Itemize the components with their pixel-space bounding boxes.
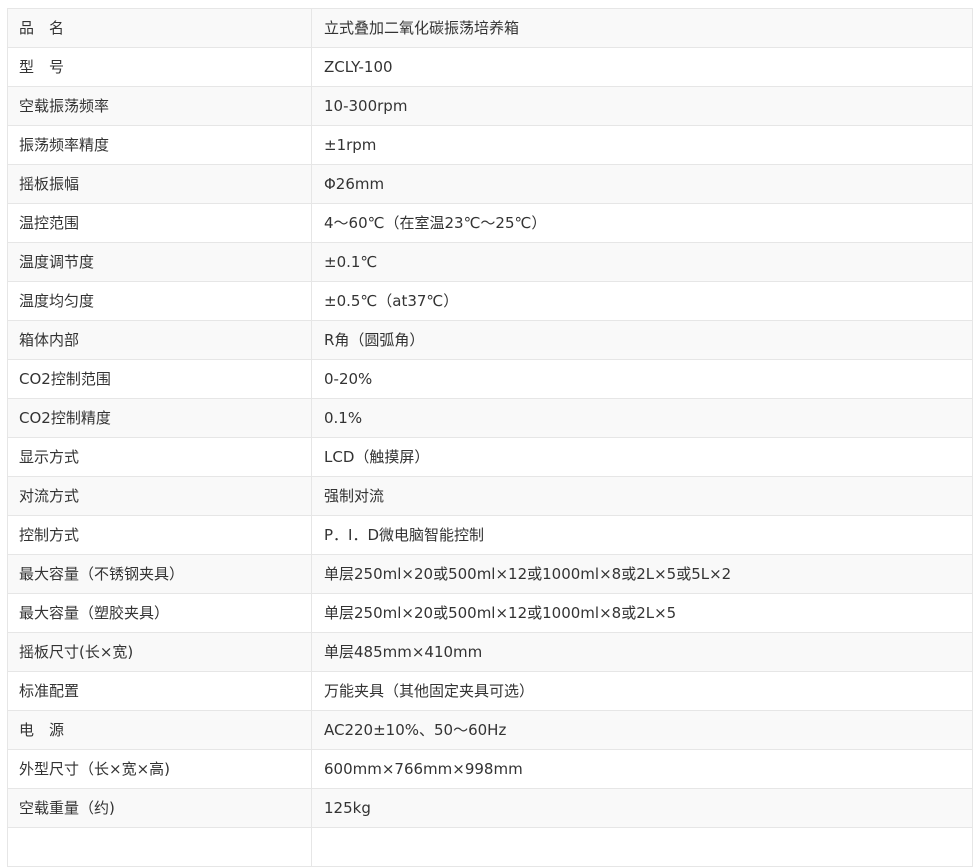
- spec-table-body: 品 名 立式叠加二氧化碳振荡培养箱 型 号 ZCLY-100 空载振荡频率 10…: [7, 8, 973, 867]
- spec-value: 0-20%: [311, 359, 973, 399]
- spec-value: 4～60℃（在室温23℃～25℃）: [311, 203, 973, 243]
- table-row: 外型尺寸（长×宽×高) 600mm×766mm×998mm: [7, 749, 973, 789]
- spec-key: 温度调节度: [7, 242, 312, 282]
- spec-value: [311, 827, 973, 867]
- spec-key: CO2控制范围: [7, 359, 312, 399]
- spec-key: 摇板尺寸(长×宽): [7, 632, 312, 672]
- table-row: 温控范围 4～60℃（在室温23℃～25℃）: [7, 203, 973, 243]
- table-row: 摇板尺寸(长×宽) 单层485mm×410mm: [7, 632, 973, 672]
- spec-key: 温控范围: [7, 203, 312, 243]
- spec-key: 空载振荡频率: [7, 86, 312, 126]
- spec-value: 125kg: [311, 788, 973, 828]
- spec-value: ±1rpm: [311, 125, 973, 165]
- spec-key: 型 号: [7, 47, 312, 87]
- spec-value: 强制对流: [311, 476, 973, 516]
- spec-value: 600mm×766mm×998mm: [311, 749, 973, 789]
- table-row: 标准配置 万能夹具（其他固定夹具可选）: [7, 671, 973, 711]
- spec-key: 最大容量（塑胶夹具）: [7, 593, 312, 633]
- table-row: 最大容量（塑胶夹具） 单层250ml×20或500ml×12或1000ml×8或…: [7, 593, 973, 633]
- table-row: CO2控制精度 0.1%: [7, 398, 973, 438]
- table-row: 控制方式 P．I．D微电脑智能控制: [7, 515, 973, 555]
- spec-value: 0.1%: [311, 398, 973, 438]
- spec-value: 立式叠加二氧化碳振荡培养箱: [311, 8, 973, 48]
- table-row: 最大容量（不锈钢夹具） 单层250ml×20或500ml×12或1000ml×8…: [7, 554, 973, 594]
- spec-key: 空载重量（约): [7, 788, 312, 828]
- table-row: 温度调节度 ±0.1℃: [7, 242, 973, 282]
- table-row: 对流方式 强制对流: [7, 476, 973, 516]
- spec-key: CO2控制精度: [7, 398, 312, 438]
- table-row: 电 源 AC220±10%、50～60Hz: [7, 710, 973, 750]
- spec-key: 温度均匀度: [7, 281, 312, 321]
- spec-value: LCD（触摸屏）: [311, 437, 973, 477]
- table-row: 振荡频率精度 ±1rpm: [7, 125, 973, 165]
- spec-value: P．I．D微电脑智能控制: [311, 515, 973, 555]
- table-row: 温度均匀度 ±0.5℃（at37℃）: [7, 281, 973, 321]
- spec-value: 单层485mm×410mm: [311, 632, 973, 672]
- table-row: 空载振荡频率 10-300rpm: [7, 86, 973, 126]
- spec-key: 振荡频率精度: [7, 125, 312, 165]
- spec-key: 摇板振幅: [7, 164, 312, 204]
- spec-key: [7, 827, 312, 867]
- spec-key: 最大容量（不锈钢夹具）: [7, 554, 312, 594]
- table-row: CO2控制范围 0-20%: [7, 359, 973, 399]
- spec-value: 单层250ml×20或500ml×12或1000ml×8或2L×5: [311, 593, 973, 633]
- table-row: 显示方式 LCD（触摸屏）: [7, 437, 973, 477]
- table-row: [7, 827, 973, 867]
- spec-value: ±0.1℃: [311, 242, 973, 282]
- spec-value: ZCLY-100: [311, 47, 973, 87]
- spec-key: 标准配置: [7, 671, 312, 711]
- table-row: 型 号 ZCLY-100: [7, 47, 973, 87]
- spec-value: 10-300rpm: [311, 86, 973, 126]
- spec-key: 电 源: [7, 710, 312, 750]
- spec-key: 品 名: [7, 8, 312, 48]
- spec-key: 箱体内部: [7, 320, 312, 360]
- table-row: 箱体内部 R角（圆弧角）: [7, 320, 973, 360]
- table-row: 品 名 立式叠加二氧化碳振荡培养箱: [7, 8, 973, 48]
- spec-key: 控制方式: [7, 515, 312, 555]
- spec-key: 外型尺寸（长×宽×高): [7, 749, 312, 789]
- spec-value: AC220±10%、50～60Hz: [311, 710, 973, 750]
- spec-key: 显示方式: [7, 437, 312, 477]
- spec-value: 万能夹具（其他固定夹具可选）: [311, 671, 973, 711]
- table-row: 摇板振幅 Φ26mm: [7, 164, 973, 204]
- spec-value: ±0.5℃（at37℃）: [311, 281, 973, 321]
- spec-table: 品 名 立式叠加二氧化碳振荡培养箱 型 号 ZCLY-100 空载振荡频率 10…: [7, 8, 973, 867]
- spec-key: 对流方式: [7, 476, 312, 516]
- spec-value: 单层250ml×20或500ml×12或1000ml×8或2L×5或5L×2: [311, 554, 973, 594]
- spec-value: R角（圆弧角）: [311, 320, 973, 360]
- spec-value: Φ26mm: [311, 164, 973, 204]
- table-row: 空载重量（约) 125kg: [7, 788, 973, 828]
